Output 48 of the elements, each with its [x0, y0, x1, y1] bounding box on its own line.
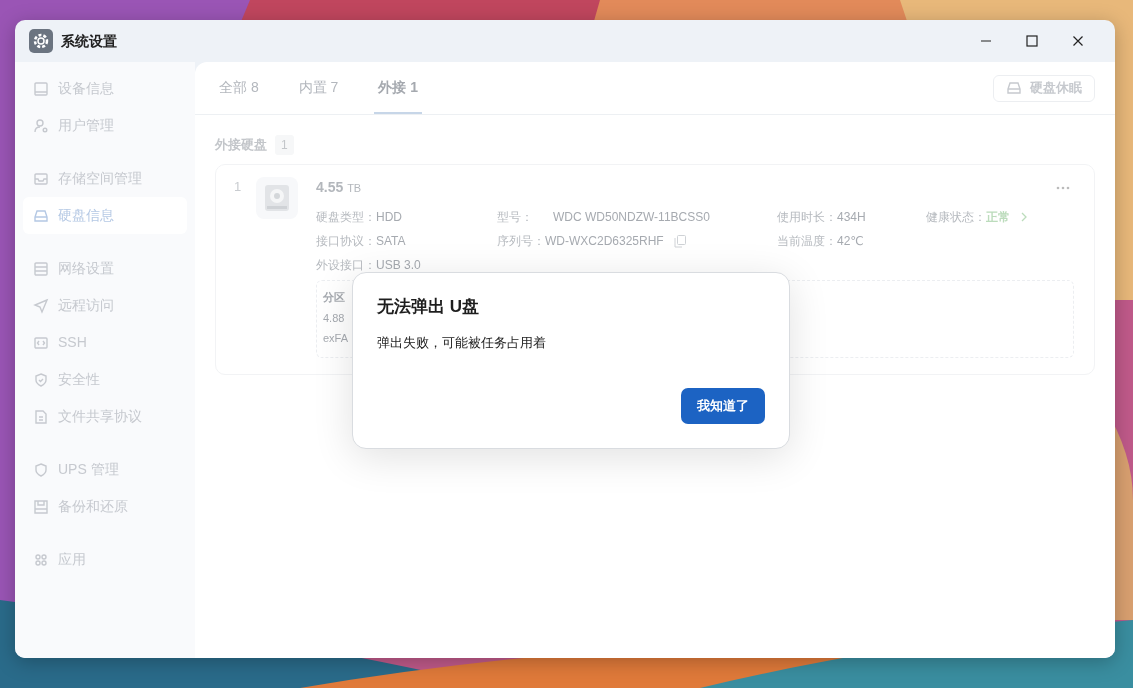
settings-icon — [29, 29, 53, 53]
window-title: 系统设置 — [61, 31, 117, 51]
dialog-title: 无法弹出 U盘 — [377, 297, 480, 318]
field-value: SATA — [376, 233, 406, 250]
save-icon — [33, 498, 49, 515]
tab[interactable]: 内置 7 — [294, 62, 343, 114]
field-label: 接口协议： — [316, 233, 376, 250]
more-icon[interactable] — [1056, 185, 1070, 190]
drive-icon — [1006, 80, 1022, 96]
tab[interactable]: 外接 1 — [374, 62, 423, 114]
partition-text: exFA — [323, 331, 349, 346]
window-icon — [33, 260, 49, 277]
send-icon — [33, 297, 49, 314]
confirm-button[interactable]: 我知道了 — [681, 388, 765, 424]
field-value: WD-WXC2D6325RHF — [545, 233, 664, 250]
code-icon — [33, 334, 49, 351]
hard-drive-icon — [262, 183, 292, 213]
status-text: 正常 — [986, 209, 1010, 226]
dialog-message: 弹出失败，可能被任务占用着 — [377, 334, 547, 353]
section-title: 外接硬盘 — [215, 136, 267, 155]
field-value: 42℃ — [837, 233, 864, 250]
shield-icon — [33, 461, 49, 478]
field-label: 型号： — [497, 209, 533, 226]
apps-icon — [33, 551, 49, 568]
drive-icon — [33, 207, 49, 224]
inbox-icon — [33, 170, 49, 187]
field-value: WDC WD50NDZW-11BCSS0 — [553, 209, 710, 226]
field-label: 使用时长： — [777, 209, 837, 226]
close-icon[interactable] — [1072, 35, 1084, 47]
partition-text: 4.88 — [323, 310, 345, 326]
tab[interactable]: 全部 8 — [215, 62, 263, 114]
field-value: USB 3.0 — [376, 257, 421, 274]
monitor-icon — [33, 80, 49, 97]
maximize-icon[interactable] — [1026, 35, 1038, 47]
field-label: 当前温度： — [777, 233, 837, 250]
sidebar-item[interactable]: 硬盘信息 — [23, 197, 187, 234]
document-icon — [33, 408, 49, 425]
field-label: 外设接口： — [316, 257, 376, 274]
sleep-button[interactable]: 硬盘休眠 — [993, 74, 1095, 102]
field-label: 健康状态： — [926, 209, 986, 226]
field-label: 硬盘类型： — [316, 209, 376, 226]
field-label: 序列号： — [497, 233, 545, 250]
field-value: HDD — [376, 209, 402, 226]
shield-check-icon — [33, 371, 49, 388]
partition-title: 分区 — [323, 290, 345, 305]
disk-size: 4.55 TB — [316, 178, 362, 197]
user-icon — [33, 117, 49, 134]
field-value: 434H — [837, 209, 866, 226]
